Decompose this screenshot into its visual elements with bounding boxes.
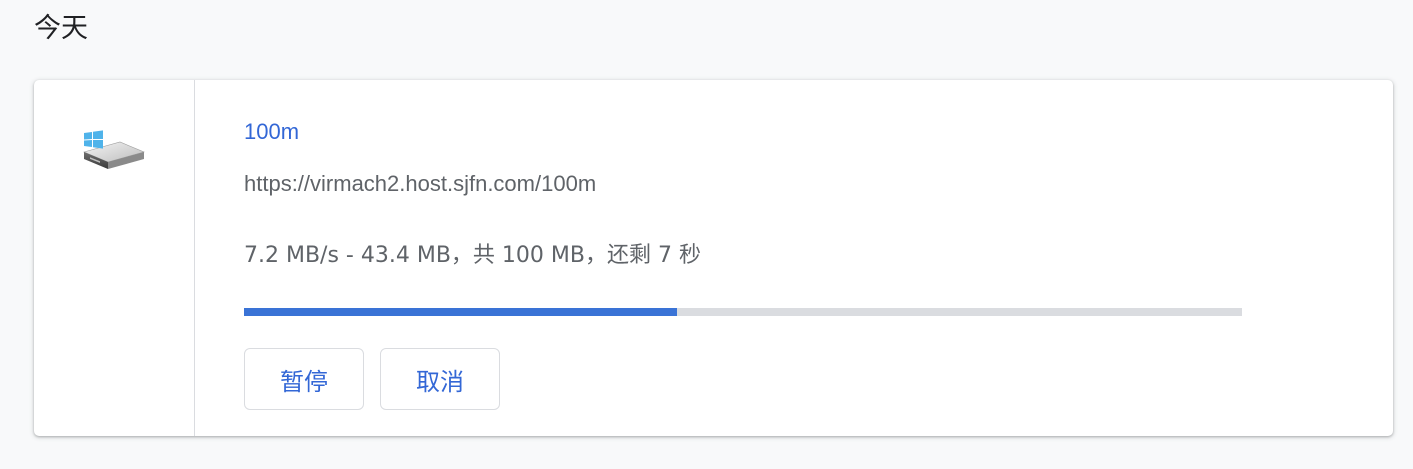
download-progress-bar xyxy=(244,308,1242,316)
file-icon-column xyxy=(34,80,195,436)
file-source-url: https://virmach2.host.sjfn.com/100m xyxy=(244,171,597,196)
date-section-title: 今天 xyxy=(34,13,88,44)
download-progress-fill xyxy=(244,308,678,316)
download-details: 100m https://virmach2.host.sjfn.com/100m… xyxy=(244,80,1393,436)
windows-drive-icon xyxy=(82,128,146,172)
file-name-link[interactable]: 100m xyxy=(244,117,299,147)
pause-button[interactable]: 暂停 xyxy=(244,348,364,410)
cancel-button[interactable]: 取消 xyxy=(380,348,500,410)
download-item-card: 100m https://virmach2.host.sjfn.com/100m… xyxy=(34,80,1393,436)
download-status-text: 7.2 MB/s - 43.4 MB，共 100 MB，还剩 7 秒 xyxy=(244,243,701,268)
